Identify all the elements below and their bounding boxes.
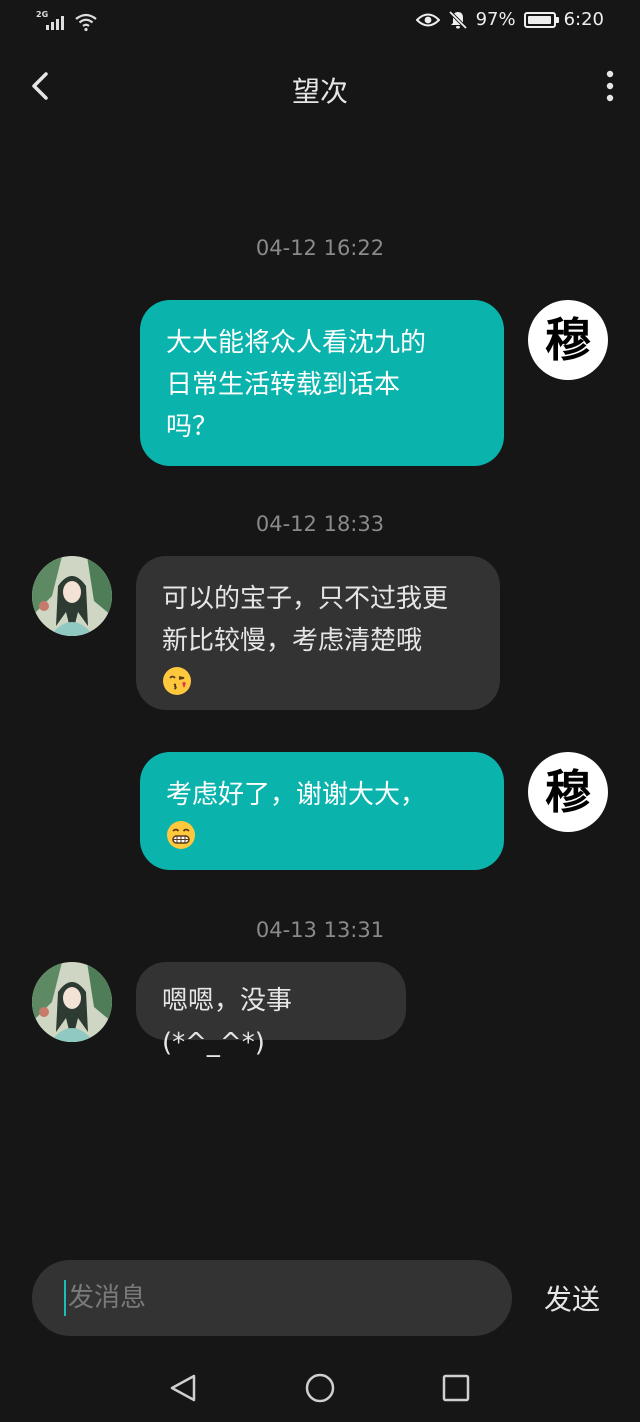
send-button[interactable]: 发送: [544, 1278, 600, 1318]
home-circle-icon[interactable]: [300, 1368, 340, 1408]
illustrated-avatar-image: [32, 556, 112, 636]
illustrated-avatar-image: [32, 962, 112, 1042]
recents-square-icon[interactable]: [436, 1368, 476, 1408]
mute-bell-icon: [448, 10, 467, 29]
incoming-message-bubble[interactable]: 嗯嗯，没事(*^_^*): [136, 962, 406, 1058]
calligraphy-avatar-image: 穆: [545, 765, 591, 819]
kissing-face-emoji: [163, 667, 191, 695]
avatar-glyph: 穆: [545, 765, 591, 819]
message-timestamp: 04-13 13:31: [255, 918, 385, 942]
status-bar: 2G 97% 6:20: [0, 0, 640, 44]
avatar[interactable]: 穆: [528, 300, 608, 380]
back-triangle-icon[interactable]: [164, 1368, 204, 1408]
message-input-placeholder: 发消息: [68, 1283, 147, 1313]
message-line-text: 新比较慢，考虑清楚哦: [162, 626, 423, 656]
message-line: 嗯嗯，没事(*^_^*): [162, 986, 293, 1058]
message-emoji-row: [166, 816, 478, 858]
system-nav-bar: [0, 1360, 640, 1422]
calligraphy-avatar-image: 穆: [545, 313, 591, 367]
message-timestamp: 04-12 18:33: [255, 512, 385, 536]
message-timestamp: 04-12 16:22: [255, 236, 385, 260]
avatar[interactable]: [32, 962, 112, 1042]
avatar-glyph: 穆: [545, 313, 591, 367]
battery-icon: [523, 11, 559, 28]
wifi-icon: [75, 13, 97, 32]
avatar[interactable]: 穆: [528, 752, 608, 832]
message-emoji-row: [162, 662, 474, 704]
message-line: 可以的宝子，只不过我更: [162, 584, 449, 614]
grinning-face-emoji: [167, 821, 195, 849]
more-vertical-icon[interactable]: [600, 68, 620, 104]
chat-header: 望次: [0, 56, 640, 116]
outgoing-message-bubble[interactable]: 考虑好了，谢谢大大，: [140, 752, 504, 870]
message-line: 考虑好了，谢谢大大，: [166, 780, 427, 810]
status-right: 97% 6:20: [415, 9, 604, 30]
page-title: 望次: [291, 75, 348, 108]
message-line: 大大能将众人看沈九的: [166, 328, 427, 358]
eye-icon: [415, 13, 440, 26]
clock-time: 6:20: [563, 9, 604, 30]
incoming-message-bubble[interactable]: 可以的宝子，只不过我更 新比较慢，考虑清楚哦: [136, 556, 500, 710]
text-caret: [64, 1280, 66, 1316]
signal-icon: 2G: [36, 10, 66, 32]
message-line: 吗？: [166, 412, 219, 442]
message-input[interactable]: 发消息: [32, 1260, 512, 1336]
status-left: 2G: [36, 10, 98, 32]
battery-percent: 97%: [475, 9, 516, 30]
outgoing-message-bubble[interactable]: 大大能将众人看沈九的 日常生活转载到话本 吗？: [140, 300, 504, 466]
avatar[interactable]: [32, 556, 112, 636]
message-line: 新比较慢，考虑清楚哦: [162, 620, 474, 662]
message-line: 日常生活转载到话本: [166, 370, 401, 400]
